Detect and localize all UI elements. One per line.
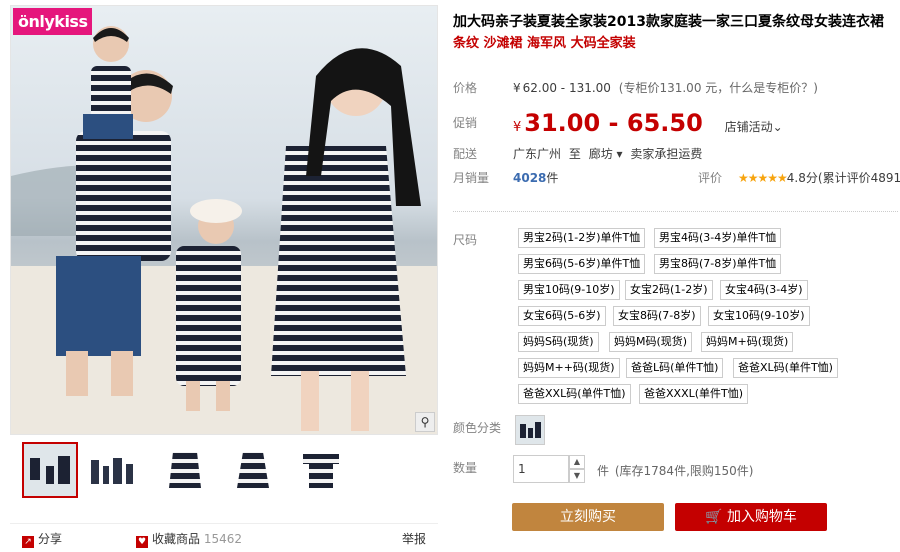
heart-icon: ♥ xyxy=(136,536,148,548)
quantity-input[interactable]: 1 xyxy=(513,455,569,483)
size-option[interactable]: 爸爸XXL码(单件T恤) xyxy=(518,384,631,404)
divider xyxy=(453,211,898,212)
qty-increase-button[interactable]: ▲ xyxy=(569,455,585,469)
price-note[interactable]: (专柜价131.00 元，什么是专柜价？) xyxy=(619,81,818,95)
favorite-button[interactable]: ♥ 收藏商品 15462 xyxy=(136,530,242,548)
rating-summary[interactable]: ★★★★★4.8分(累计评价4891) xyxy=(738,168,900,188)
size-option[interactable]: 妈妈M++码(现货) xyxy=(518,358,620,378)
promo-event-dropdown[interactable]: 店铺活动⌄ xyxy=(725,120,783,134)
thumbnail-3[interactable] xyxy=(158,443,212,497)
report-link[interactable]: 举报 xyxy=(402,530,426,547)
size-option[interactable]: 女宝6码(5-6岁) xyxy=(518,306,606,326)
product-info: 加大码亲子装夏装全家装2013款家庭装一家三口夏条纹母女装连衣裙 条纹 沙滩裙 … xyxy=(453,12,900,548)
favorite-count: 15462 xyxy=(203,532,243,546)
promo-price: 31.00 - 65.50 xyxy=(524,109,703,137)
size-option[interactable]: 女宝10码(9-10岁) xyxy=(708,306,810,326)
gallery: önlykiss ⚲ ↗ 分享 ♥ 收藏商品 15462 举报 xyxy=(10,5,438,548)
brand-logo: önlykiss xyxy=(13,8,93,35)
size-option[interactable]: 男宝2码(1-2岁)单件T恤 xyxy=(518,228,646,248)
size-option[interactable]: 爸爸XXXL(单件T恤) xyxy=(639,384,749,404)
thumbnail-5[interactable] xyxy=(294,443,348,497)
thumbnail-4[interactable] xyxy=(226,443,280,497)
size-option[interactable]: 男宝10码(9-10岁) xyxy=(518,280,620,300)
sales-row: 月销量 4028件 评价 ★★★★★4.8分(累计评价4891) xyxy=(453,168,900,188)
cart-icon: 🛒 xyxy=(705,509,723,525)
color-option[interactable] xyxy=(515,415,545,445)
size-option[interactable]: 爸爸XL码(单件T恤) xyxy=(733,358,838,378)
size-option[interactable]: 男宝6码(5-6岁)单件T恤 xyxy=(518,254,646,274)
product-subtitle: 条纹 沙滩裙 海军风 大码全家装 xyxy=(453,36,636,51)
size-option[interactable]: 妈妈M+码(现货) xyxy=(701,332,794,352)
buy-now-button[interactable]: 立刻购买 xyxy=(512,503,664,531)
shipping-destination[interactable]: 廊坊 ▾ xyxy=(589,147,623,161)
original-price: ¥62.00 - 131.00 xyxy=(513,81,611,95)
add-to-cart-button[interactable]: 🛒 加入购物车 xyxy=(675,503,827,531)
size-option[interactable]: 女宝2码(1-2岁) xyxy=(625,280,713,300)
main-product-image[interactable]: önlykiss ⚲ xyxy=(10,5,438,435)
product-title: 加大码亲子装夏装全家装2013款家庭装一家三口夏条纹母女装连衣裙 xyxy=(453,14,884,30)
thumbnail-strip xyxy=(10,442,438,503)
size-option[interactable]: 男宝8码(7-8岁)单件T恤 xyxy=(654,254,782,274)
share-button[interactable]: ↗ 分享 xyxy=(22,530,62,548)
size-option[interactable]: 爸爸L码(单件T恤) xyxy=(626,358,724,378)
size-option[interactable]: 女宝8码(7-8岁) xyxy=(613,306,701,326)
qty-decrease-button[interactable]: ▼ xyxy=(569,469,585,483)
family-photo xyxy=(11,6,437,434)
thumbnail-2[interactable] xyxy=(86,443,140,497)
chevron-down-icon: ⌄ xyxy=(772,120,783,134)
stock-info: 件 (库存1784件,限购150件) xyxy=(597,464,754,478)
magnifier-icon[interactable]: ⚲ xyxy=(415,412,435,432)
thumbnail-1[interactable] xyxy=(22,442,78,498)
share-icon: ↗ xyxy=(22,536,34,548)
size-option[interactable]: 妈妈M码(现货) xyxy=(609,332,693,352)
size-option[interactable]: 女宝4码(3-4岁) xyxy=(720,280,808,300)
caret-down-icon: ▾ xyxy=(616,147,623,161)
size-option[interactable]: 男宝4码(3-4岁)单件T恤 xyxy=(654,228,782,248)
rating-stars-icon: ★★★★★ xyxy=(738,171,788,185)
size-option[interactable]: 妈妈S码(现货) xyxy=(518,332,599,352)
